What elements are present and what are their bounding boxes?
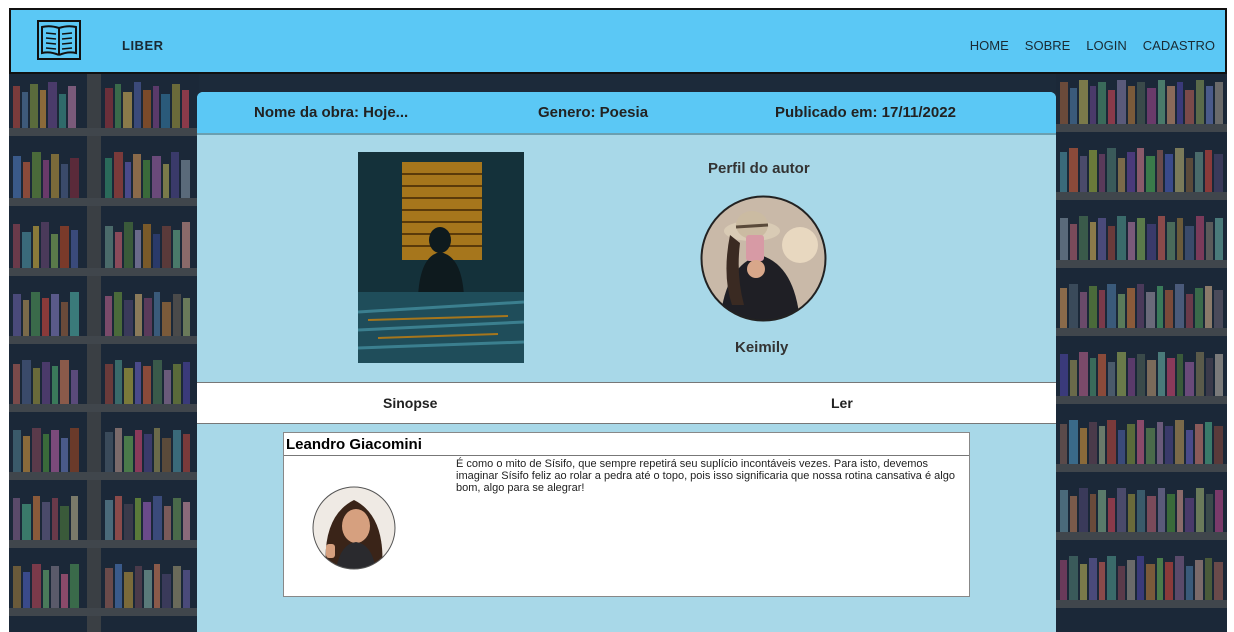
comment-card: Leandro Giacomini É como o mito de Sísif… bbox=[283, 432, 970, 597]
comment-author-name[interactable]: Leandro Giacomini bbox=[286, 436, 422, 453]
author-profile-title: Perfil do autor bbox=[708, 160, 810, 177]
bookshelf-right-image bbox=[1056, 74, 1227, 632]
tab-ler[interactable]: Ler bbox=[831, 395, 853, 411]
content-tabs: Sinopse Ler bbox=[197, 382, 1056, 424]
author-avatar[interactable] bbox=[700, 195, 827, 322]
main-nav: HOME SOBRE LOGIN CADASTRO bbox=[970, 38, 1215, 53]
tab-sinopse[interactable]: Sinopse bbox=[383, 395, 437, 411]
nav-home[interactable]: HOME bbox=[970, 38, 1009, 53]
nav-login[interactable]: LOGIN bbox=[1086, 38, 1126, 53]
nav-sobre[interactable]: SOBRE bbox=[1025, 38, 1071, 53]
author-name[interactable]: Keimily bbox=[735, 339, 788, 356]
commenter-avatar[interactable] bbox=[312, 486, 396, 570]
work-published-date: Publicado em: 17/11/2022 bbox=[775, 104, 956, 121]
bookshelf-left-image bbox=[9, 74, 199, 632]
brand-name[interactable]: LIBER bbox=[122, 38, 164, 53]
work-title: Nome da obra: Hoje... bbox=[254, 104, 409, 121]
work-info-header: Nome da obra: Hoje... Genero: Poesia Pub… bbox=[197, 92, 1056, 135]
book-cover-image[interactable] bbox=[358, 152, 524, 363]
open-book-icon[interactable] bbox=[37, 20, 81, 60]
nav-cadastro[interactable]: CADASTRO bbox=[1143, 38, 1215, 53]
top-navbar: LIBER HOME SOBRE LOGIN CADASTRO bbox=[9, 8, 1227, 74]
work-details-card: Nome da obra: Hoje... Genero: Poesia Pub… bbox=[197, 92, 1056, 632]
comment-text: É como o mito de Sísifo, que sempre repe… bbox=[456, 458, 955, 494]
work-genre: Genero: Poesia bbox=[538, 104, 649, 121]
comment-divider bbox=[284, 455, 969, 456]
